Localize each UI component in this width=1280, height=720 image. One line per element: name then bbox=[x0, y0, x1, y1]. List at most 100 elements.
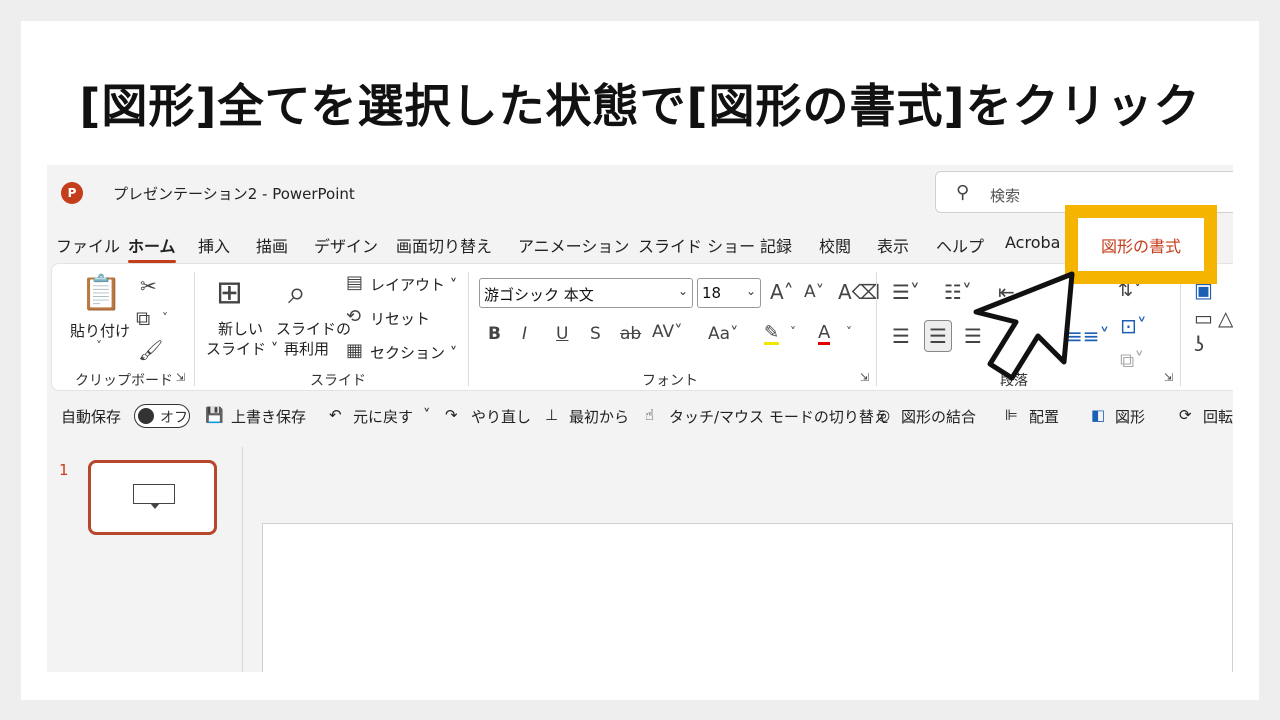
tab-help[interactable]: ヘルプ bbox=[936, 233, 984, 257]
title-bar: P プレゼンテーション2 - PowerPoint ⚲ 検索 bbox=[47, 165, 1233, 221]
align-text-icon[interactable]: ⊡˅ bbox=[1120, 316, 1147, 336]
text-direction-icon[interactable]: ⇅˅ bbox=[1118, 282, 1142, 300]
slide-number: 1 bbox=[59, 461, 69, 479]
page-title: [図形]全てを選択した状態で[図形の書式]をクリック bbox=[79, 79, 1201, 133]
quick-access-toolbar: 自動保存 オフ 💾 上書き保存 ↶ 元に戻す ˅ ↷ やり直し ⊥ 最初から ☝… bbox=[51, 395, 1233, 435]
shapes-button[interactable]: 図形 bbox=[1115, 406, 1145, 427]
tab-file[interactable]: ファイル bbox=[56, 233, 120, 257]
rotate-button[interactable]: 回転 bbox=[1203, 406, 1233, 427]
slide-thumbnail[interactable] bbox=[88, 460, 217, 535]
layout-icon: ▤ bbox=[346, 272, 364, 293]
mouse-pointer-icon bbox=[973, 271, 1075, 381]
smartart-icon[interactable]: ⧉˅ bbox=[1120, 350, 1144, 370]
reuse-slides-icon[interactable]: ⌕ bbox=[288, 276, 306, 308]
tab-animations[interactable]: アニメーション bbox=[518, 233, 629, 257]
search-icon: ⚲ bbox=[956, 182, 970, 203]
merge-shapes-icon[interactable]: ◎ bbox=[877, 406, 890, 424]
highlighter-icon[interactable]: ✎ bbox=[764, 324, 780, 345]
toggle-knob bbox=[138, 408, 154, 424]
paragraph-launcher-icon[interactable]: ⇲ bbox=[1164, 372, 1173, 383]
slide-thumbnail-pane: 1 bbox=[47, 447, 243, 672]
highlighter-dropdown-icon[interactable]: ˅ bbox=[790, 326, 796, 338]
reuse-slides-label-2[interactable]: 再利用 bbox=[284, 338, 329, 359]
bold-icon[interactable]: B bbox=[488, 326, 501, 343]
merge-shapes-button[interactable]: 図形の結合 bbox=[901, 406, 976, 427]
reset-button[interactable]: リセット bbox=[370, 308, 430, 329]
layout-button[interactable]: レイアウト ˅ bbox=[370, 274, 457, 295]
tab-insert[interactable]: 挿入 bbox=[198, 233, 230, 257]
reuse-slides-label-1[interactable]: スライドの bbox=[276, 318, 351, 339]
save-icon[interactable]: 💾 bbox=[205, 406, 224, 424]
tab-home[interactable]: ホーム bbox=[128, 233, 176, 263]
shapes-icon[interactable]: ◧ bbox=[1091, 406, 1105, 424]
triangle-shape-icon[interactable]: △ bbox=[1218, 308, 1233, 328]
cut-icon[interactable]: ✂ bbox=[140, 276, 157, 296]
section-button[interactable]: セクション ˅ bbox=[370, 342, 457, 363]
tab-acrobat[interactable]: Acroba bbox=[1005, 233, 1060, 252]
copy-dropdown-icon[interactable]: ˅ bbox=[162, 312, 168, 324]
align-left-icon[interactable]: ☰ bbox=[892, 326, 910, 346]
font-size-select[interactable]: 18 ⌄ bbox=[697, 278, 761, 308]
font-launcher-icon[interactable]: ⇲ bbox=[860, 372, 869, 383]
reset-icon: ⟲ bbox=[346, 306, 362, 327]
from-start-icon[interactable]: ⊥ bbox=[545, 406, 558, 424]
tab-draw[interactable]: 描画 bbox=[256, 233, 288, 257]
format-painter-icon[interactable]: 🖌 bbox=[138, 340, 163, 360]
new-slide-label-1[interactable]: 新しい bbox=[218, 318, 263, 339]
from-start-button[interactable]: 最初から bbox=[569, 406, 629, 427]
font-color-icon[interactable]: A bbox=[818, 324, 831, 345]
touch-mode-icon[interactable]: ☝ bbox=[645, 406, 654, 424]
tab-view[interactable]: 表示 bbox=[877, 233, 909, 257]
shrink-font-icon[interactable]: A˅ bbox=[804, 284, 824, 301]
strikethrough-icon[interactable]: ab bbox=[620, 326, 641, 343]
paste-button[interactable]: 貼り付け bbox=[70, 320, 130, 341]
clipboard-launcher-icon[interactable]: ⇲ bbox=[176, 372, 185, 383]
autosave-label: 自動保存 bbox=[61, 408, 122, 426]
bullets-icon[interactable]: ☰˅ bbox=[892, 282, 920, 302]
chevron-down-icon: ⌄ bbox=[745, 284, 756, 298]
rotate-icon[interactable]: ⟳ bbox=[1179, 406, 1192, 424]
rectangle-shape-icon[interactable]: ▭ bbox=[1194, 308, 1213, 328]
tab-shape-format[interactable]: 図形の書式 bbox=[1078, 233, 1204, 257]
arrange-button[interactable]: 配置 bbox=[1029, 406, 1059, 427]
section-icon: ▦ bbox=[346, 340, 364, 361]
paste-icon[interactable]: 📋 bbox=[80, 276, 122, 310]
undo-button[interactable]: 元に戻す bbox=[353, 406, 413, 427]
new-slide-icon[interactable]: ⊞ bbox=[216, 276, 243, 308]
slide-canvas[interactable] bbox=[262, 523, 1233, 672]
freeform-shape-icon[interactable]: ʖ bbox=[1194, 334, 1204, 354]
copy-icon[interactable]: ⧉ bbox=[136, 308, 150, 328]
new-slide-label-2[interactable]: スライド ˅ bbox=[206, 338, 278, 359]
change-case-icon[interactable]: Aa˅ bbox=[708, 326, 739, 343]
undo-icon[interactable]: ↶ bbox=[329, 406, 342, 424]
callout-tail bbox=[150, 503, 160, 509]
undo-dropdown-icon[interactable]: ˅ bbox=[423, 406, 431, 424]
tab-slideshow[interactable]: スライド ショー bbox=[638, 233, 755, 257]
tab-transitions[interactable]: 画面切り替え bbox=[396, 233, 492, 257]
clear-formatting-icon[interactable]: A⌫ bbox=[838, 282, 880, 302]
callout-shape bbox=[133, 484, 175, 504]
tab-record[interactable]: 記録 bbox=[760, 233, 792, 257]
font-color-dropdown-icon[interactable]: ˅ bbox=[846, 326, 852, 338]
numbering-icon[interactable]: ☷˅ bbox=[944, 282, 972, 302]
underline-icon[interactable]: U bbox=[556, 326, 568, 343]
save-button[interactable]: 上書き保存 bbox=[231, 406, 306, 427]
grow-font-icon[interactable]: A˄ bbox=[770, 282, 794, 302]
separator bbox=[468, 272, 469, 386]
align-center-icon[interactable]: ☰ bbox=[924, 320, 952, 352]
chevron-down-icon: ⌄ bbox=[677, 284, 688, 298]
tab-review[interactable]: 校閲 bbox=[819, 233, 851, 257]
redo-button[interactable]: やり直し bbox=[471, 406, 531, 427]
arrange-icon[interactable]: ⊫ bbox=[1005, 406, 1018, 424]
font-group-label: フォント bbox=[642, 373, 698, 389]
paste-dropdown-icon[interactable]: ˅ bbox=[96, 340, 102, 352]
autosave-toggle[interactable]: オフ bbox=[134, 404, 190, 428]
touch-mode-button[interactable]: タッチ/マウス モードの切り替え bbox=[669, 406, 889, 427]
italic-icon[interactable]: I bbox=[522, 326, 527, 343]
powerpoint-logo-icon: P bbox=[61, 182, 83, 204]
character-spacing-icon[interactable]: AV˅ bbox=[652, 324, 683, 341]
shadow-icon[interactable]: S bbox=[590, 326, 601, 343]
redo-icon[interactable]: ↷ bbox=[445, 406, 458, 424]
tab-design[interactable]: デザイン bbox=[314, 233, 378, 257]
font-name-select[interactable]: 游ゴシック 本文 ⌄ bbox=[479, 278, 693, 308]
